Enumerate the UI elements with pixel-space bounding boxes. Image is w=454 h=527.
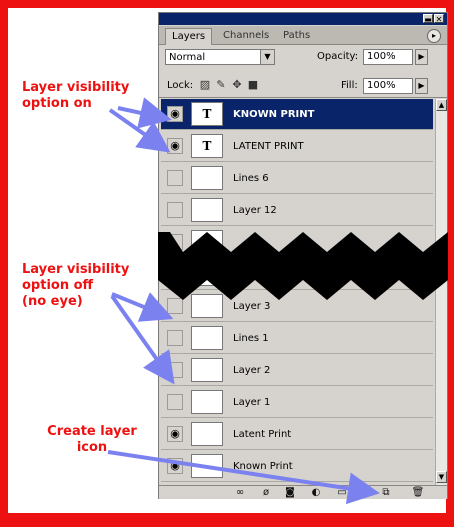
annotation-arrows (107, 97, 380, 505)
arrow-to-layer2-visibility (110, 294, 175, 385)
arrow-to-create-layer-icon (107, 450, 380, 505)
arrow-to-known-print-eye (117, 97, 172, 129)
